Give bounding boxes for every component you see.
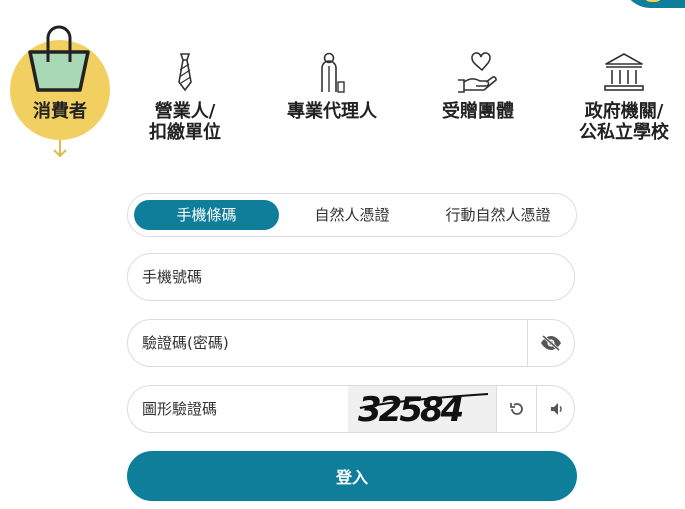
role-label: 消費者 — [33, 101, 87, 122]
role-label-line1: 營業人/ — [154, 101, 216, 122]
captcha-audio-button[interactable] — [536, 386, 574, 432]
role-tab-consumer[interactable]: 消費者 — [0, 0, 120, 165]
role-tab-business[interactable]: 營業人/ 扣繳單位 — [135, 0, 235, 150]
heart-hand-icon — [458, 52, 497, 93]
role-label: 專業代理人 — [287, 101, 377, 122]
phone-field — [127, 253, 575, 301]
role-tab-government[interactable]: 政府機關/ 公私立學校 — [572, 0, 676, 150]
role-label-line2: 公私立學校 — [579, 122, 669, 143]
arrow-down-icon — [53, 140, 67, 158]
login-method-tabs: 手機條碼 自然人憑證 行動自然人憑證 — [127, 193, 577, 237]
captcha-noise-line — [359, 393, 489, 409]
role-label-line1: 政府機關/ — [584, 101, 664, 122]
phone-input[interactable] — [128, 254, 562, 300]
tab-mobile-citizen-certificate[interactable]: 行動自然人憑證 — [426, 200, 570, 230]
login-button[interactable]: 登入 — [127, 451, 577, 501]
speaker-icon — [551, 403, 562, 415]
captcha-input[interactable] — [128, 386, 342, 432]
eye-slash-icon — [541, 335, 561, 351]
password-input[interactable] — [128, 320, 522, 366]
role-label-line2: 扣繳單位 — [149, 122, 221, 143]
government-building-icon — [604, 53, 644, 91]
refresh-icon — [510, 403, 523, 415]
tab-citizen-certificate[interactable]: 自然人憑證 — [292, 200, 412, 230]
captcha-field: 32584 — [127, 385, 575, 433]
role-tab-donee-group[interactable]: 受贈團體 — [430, 0, 526, 130]
toggle-password-visibility-button[interactable] — [527, 320, 574, 366]
businessman-icon — [321, 52, 345, 93]
captcha-image: 32584 — [348, 386, 496, 432]
role-label: 受贈團體 — [442, 101, 514, 122]
refresh-captcha-button[interactable] — [496, 386, 537, 432]
tab-mobile-barcode[interactable]: 手機條碼 — [134, 200, 279, 230]
shopping-bag-icon — [28, 25, 90, 92]
role-tab-agent[interactable]: 專業代理人 — [280, 0, 384, 130]
password-field — [127, 319, 575, 367]
necktie-icon — [178, 53, 192, 92]
